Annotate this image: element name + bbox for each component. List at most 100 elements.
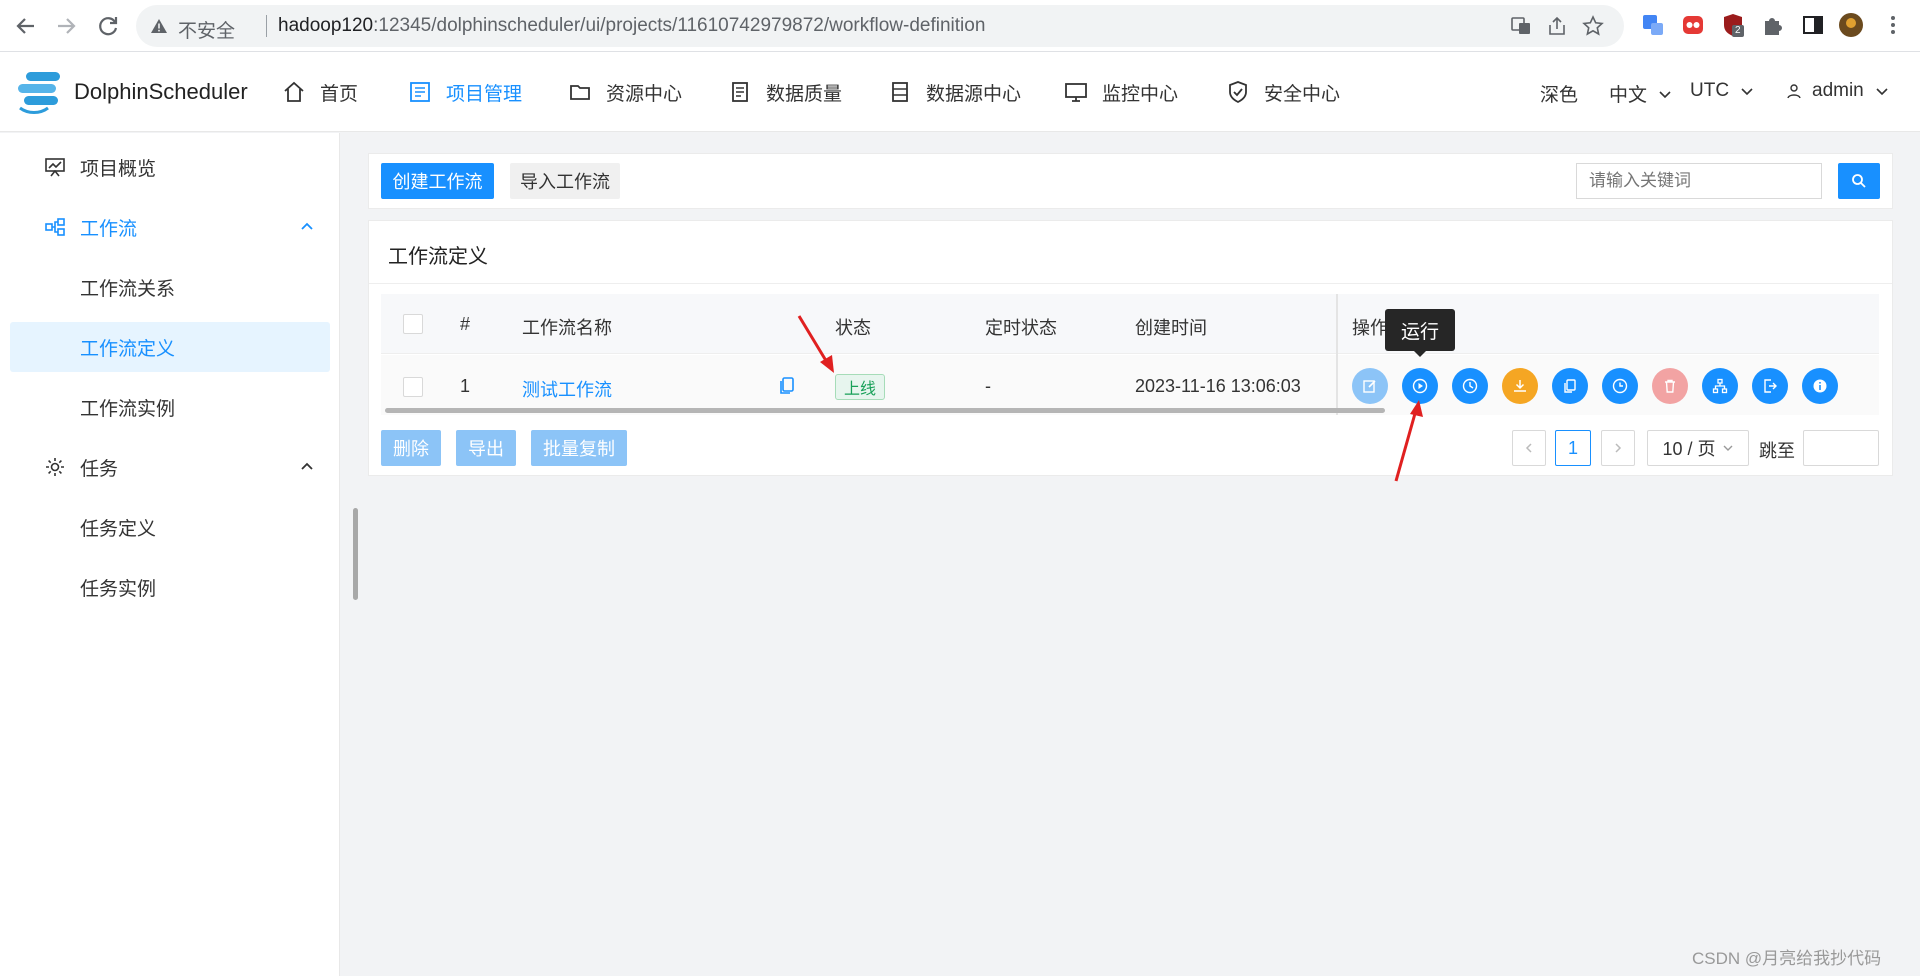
side-panel-icon[interactable] — [1800, 12, 1826, 38]
export-button[interactable] — [1752, 368, 1788, 404]
nav-security-center[interactable]: 安全中心 — [1226, 76, 1340, 108]
copy-workflow-button[interactable] — [1552, 368, 1588, 404]
clock-history-icon — [1612, 378, 1628, 394]
create-workflow-button[interactable]: 创建工作流 — [381, 163, 494, 199]
warning-icon — [150, 18, 168, 34]
nav-home[interactable]: 首页 — [282, 76, 358, 108]
column-header-created-time: 创建时间 — [1135, 318, 1207, 338]
jump-page-input[interactable] — [1803, 430, 1879, 466]
chevron-left-icon — [1525, 443, 1532, 453]
extension-translate-icon[interactable] — [1640, 12, 1666, 38]
profile-avatar[interactable] — [1838, 12, 1864, 38]
select-all-checkbox[interactable] — [403, 314, 423, 334]
tree-view-button[interactable] — [1702, 368, 1738, 404]
extension-ublock-icon[interactable]: 2 — [1720, 12, 1746, 38]
timing-button[interactable] — [1452, 368, 1488, 404]
play-circle-icon — [1412, 378, 1428, 394]
nav-datasource-center[interactable]: 数据源中心 — [888, 76, 1021, 108]
language-select[interactable]: 中文 — [1609, 80, 1673, 107]
page-size-select[interactable]: 10 / 页 — [1647, 430, 1749, 466]
run-button[interactable] — [1402, 368, 1438, 404]
sidebar-item-project-overview[interactable]: 项目概览 — [10, 142, 330, 192]
security-label: 不安全 — [178, 21, 236, 42]
logo-text[interactable]: DolphinScheduler — [74, 79, 248, 105]
nav-project-management[interactable]: 项目管理 — [408, 76, 522, 108]
workflow-name-link[interactable]: 测试工作流 — [522, 376, 612, 402]
divider — [369, 283, 1892, 284]
sidebar-item-workflow-definition[interactable]: 工作流定义 — [10, 322, 330, 372]
download-icon — [1514, 380, 1526, 392]
address-bar[interactable]: 不安全 hadoop120:12345/dolphinscheduler/ui/… — [136, 5, 1624, 47]
card-title: 工作流定义 — [388, 246, 488, 268]
sidebar-scrollbar[interactable] — [353, 508, 358, 600]
row-checkbox[interactable] — [403, 377, 423, 397]
nav-data-quality[interactable]: 数据质量 — [728, 76, 842, 108]
copy-icon[interactable] — [778, 376, 796, 396]
column-header-schedule-status: 定时状态 — [985, 318, 1057, 338]
theme-toggle[interactable]: 深色 — [1540, 80, 1578, 107]
fixed-column-shadow — [1336, 294, 1338, 415]
data-quality-icon — [732, 82, 748, 102]
delete-button[interactable] — [1652, 368, 1688, 404]
search-button[interactable] — [1838, 163, 1880, 199]
bookmark-star-icon[interactable] — [1582, 15, 1604, 37]
import-workflow-button[interactable]: 导入工作流 — [510, 163, 620, 199]
browser-menu-icon[interactable] — [1880, 12, 1906, 38]
bulk-delete-button[interactable]: 删除 — [381, 430, 441, 466]
column-header-name[interactable]: 工作流名称 — [522, 314, 612, 340]
tree-icon — [1712, 378, 1728, 394]
sidebar-item-task-instance[interactable]: 任务实例 — [10, 562, 330, 612]
monitor-icon — [1065, 83, 1087, 102]
user-icon — [1787, 84, 1801, 99]
extension-red-icon[interactable] — [1680, 12, 1706, 38]
table-horizontal-scrollbar[interactable] — [385, 408, 1385, 413]
nav-resource-center[interactable]: 资源中心 — [568, 76, 682, 108]
chevron-up-icon — [298, 458, 316, 476]
overview-chart-icon — [44, 156, 66, 178]
bulk-copy-button[interactable]: 批量复制 — [531, 430, 627, 466]
sidebar: 项目概览 工作流 工作流关系 工作流定义 工作流实例 任务 任务定义 任务实例 — [0, 133, 340, 976]
copy-icon — [1564, 379, 1576, 393]
search-icon — [1852, 174, 1866, 188]
row-index: 1 — [460, 376, 471, 396]
dolphinscheduler-logo-icon[interactable] — [14, 68, 70, 118]
sidebar-item-task-definition[interactable]: 任务定义 — [10, 502, 330, 552]
bulk-export-button[interactable]: 导出 — [456, 430, 516, 466]
edit-button[interactable] — [1352, 368, 1388, 404]
watermark: CSDN @月亮给我抄代码 — [1692, 949, 1882, 968]
trash-icon — [1665, 379, 1675, 393]
sidebar-item-workflow-instance[interactable]: 工作流实例 — [10, 382, 330, 432]
browser-toolbar: 不安全 hadoop120:12345/dolphinscheduler/ui/… — [0, 0, 1920, 52]
back-icon[interactable] — [12, 12, 40, 40]
cron-manage-button[interactable] — [1602, 368, 1638, 404]
search-input[interactable] — [1576, 163, 1822, 199]
extensions-puzzle-icon[interactable] — [1760, 12, 1786, 38]
sidebar-item-task[interactable]: 任务 — [10, 442, 330, 492]
next-page-button[interactable] — [1601, 430, 1635, 466]
share-icon[interactable] — [1546, 15, 1568, 37]
sidebar-item-workflow[interactable]: 工作流 — [10, 202, 330, 252]
run-tooltip: 运行 — [1385, 309, 1455, 351]
page-number[interactable]: 1 — [1555, 430, 1591, 466]
url-text: hadoop120:12345/dolphinscheduler/ui/proj… — [278, 15, 986, 36]
forward-icon[interactable] — [52, 12, 80, 40]
user-menu[interactable]: admin — [1786, 80, 1890, 102]
clock-icon — [1462, 378, 1478, 394]
sidebar-item-workflow-relation[interactable]: 工作流关系 — [10, 262, 330, 312]
chevron-up-icon — [298, 218, 316, 236]
column-header-index: # — [460, 314, 471, 334]
chevron-down-icon — [1659, 90, 1671, 98]
nav-monitor-center[interactable]: 监控中心 — [1064, 76, 1178, 108]
offline-button[interactable] — [1502, 368, 1538, 404]
version-info-button[interactable] — [1802, 368, 1838, 404]
chevron-right-icon — [1615, 443, 1622, 453]
shield-icon — [1229, 81, 1247, 104]
timezone-select[interactable]: UTC — [1690, 80, 1755, 102]
folder-icon — [570, 85, 590, 100]
chevron-down-icon — [1741, 88, 1753, 96]
info-icon — [1813, 379, 1827, 393]
prev-page-button[interactable] — [1512, 430, 1546, 466]
translate-icon[interactable] — [1510, 15, 1532, 37]
jump-label: 跳至 — [1759, 441, 1795, 461]
reload-icon[interactable] — [94, 12, 122, 40]
